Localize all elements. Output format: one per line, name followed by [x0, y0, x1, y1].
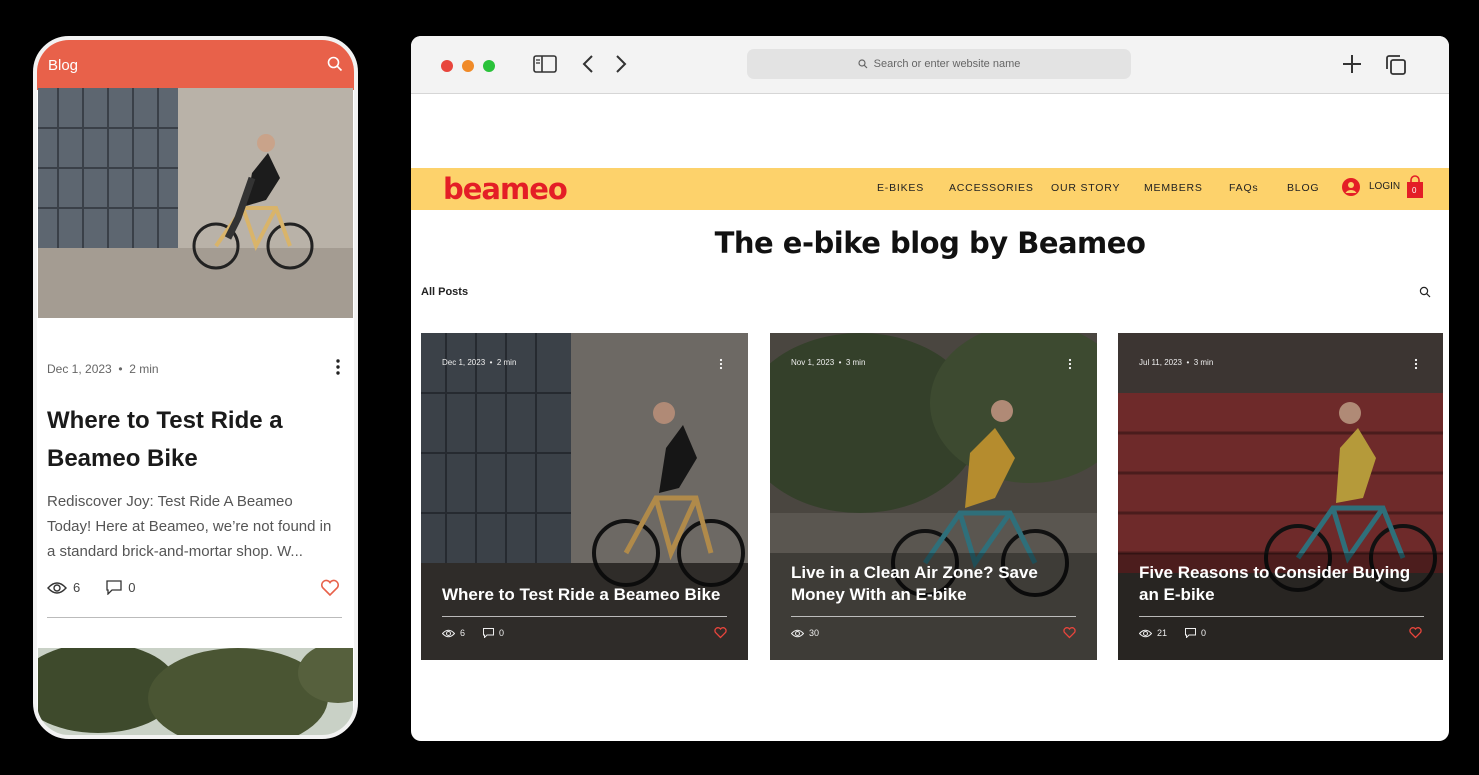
address-placeholder: Search or enter website name — [873, 58, 1021, 70]
nav-item-faqs[interactable]: FAQs — [1229, 182, 1258, 194]
more-options-icon[interactable] — [1067, 358, 1073, 370]
all-posts-filter[interactable]: All Posts — [421, 286, 468, 298]
eye-icon — [791, 629, 804, 637]
post-stats: 6 0 — [442, 628, 504, 638]
comment-icon[interactable] — [483, 628, 495, 638]
comment-count: 0 — [499, 628, 505, 638]
post-divider — [791, 616, 1076, 617]
post-card[interactable]: Nov 1, 2023 • 3 min Live in a Clean Air … — [770, 333, 1097, 660]
view-count: 21 — [1157, 628, 1168, 638]
more-options-icon[interactable] — [334, 358, 342, 376]
minimize-window-button[interactable] — [462, 60, 474, 72]
post-card-image — [421, 333, 748, 660]
nav-item-accessories[interactable]: ACCESSORIES — [949, 182, 1034, 194]
forward-arrow-icon[interactable] — [614, 54, 628, 74]
post-card-image — [1118, 333, 1443, 660]
login-link[interactable]: LOGIN — [1369, 181, 1400, 192]
post-card[interactable]: Jul 11, 2023 • 3 min Five Reasons to Con… — [1118, 333, 1443, 660]
blog-title: The e-bike blog by Beameo — [714, 226, 1146, 260]
post-divider — [442, 616, 727, 617]
tab-overview-icon[interactable] — [1385, 54, 1407, 76]
meta-separator: • — [118, 362, 123, 376]
post-read-time: 2 min — [129, 362, 159, 376]
cart-count: 0 — [1412, 186, 1417, 195]
post-read-time: 2 min — [496, 358, 517, 367]
user-avatar-icon[interactable] — [1342, 178, 1360, 196]
post-title[interactable]: Where to Test Ride a Beameo Bike — [442, 584, 732, 606]
nav-item-members[interactable]: MEMBERS — [1144, 182, 1203, 194]
comment-icon[interactable] — [1185, 628, 1197, 638]
comment-count: 0 — [128, 580, 136, 595]
eye-icon — [1139, 629, 1152, 637]
nav-item-our-story[interactable]: OUR STORY — [1051, 182, 1120, 194]
post-read-time: 3 min — [1193, 358, 1214, 367]
eye-icon — [442, 629, 455, 637]
post-date: Jul 11, 2023 — [1139, 358, 1182, 367]
post-read-time: 3 min — [845, 358, 866, 367]
address-bar[interactable]: Search or enter website name — [747, 49, 1131, 79]
post-title[interactable]: Five Reasons to Consider Buying an E-bik… — [1139, 562, 1429, 606]
maximize-window-button[interactable] — [483, 60, 495, 72]
browser-toolbar: Search or enter website name — [411, 36, 1449, 94]
browser-window: Search or enter website name beameo E-BI… — [411, 36, 1449, 741]
back-arrow-icon[interactable] — [581, 54, 595, 74]
cart-button[interactable]: 0 — [1406, 175, 1424, 199]
post-date: Nov 1, 2023 — [791, 358, 835, 367]
post-card-image — [770, 333, 1097, 660]
comment-count: 0 — [1201, 628, 1207, 638]
heart-icon[interactable] — [1063, 626, 1076, 639]
post-meta: Nov 1, 2023 • 3 min — [791, 358, 866, 367]
eye-icon — [47, 581, 67, 594]
more-options-icon[interactable] — [1413, 358, 1419, 370]
post-meta: Jul 11, 2023 • 3 min — [1139, 358, 1214, 367]
new-tab-icon[interactable] — [1342, 54, 1362, 74]
post-divider — [47, 617, 342, 618]
heart-icon[interactable] — [320, 578, 340, 598]
post-stats: 21 0 — [1139, 628, 1206, 638]
post-divider — [1139, 616, 1424, 617]
post-date: Dec 1, 2023 — [47, 362, 112, 376]
view-count: 6 — [460, 628, 466, 638]
next-post-cover-image[interactable] — [38, 648, 353, 735]
post-stats: 6 0 — [47, 580, 135, 595]
post-title[interactable]: Where to Test Ride a Beameo Bike — [47, 402, 317, 478]
sidebar-icon[interactable] — [533, 54, 557, 74]
mobile-header: Blog — [37, 40, 354, 90]
nav-item-e-bikes[interactable]: E-BIKES — [877, 182, 924, 194]
heart-icon[interactable] — [714, 626, 727, 639]
post-date: Dec 1, 2023 — [442, 358, 486, 367]
close-window-button[interactable] — [441, 60, 453, 72]
post-title[interactable]: Live in a Clean Air Zone? Save Money Wit… — [791, 562, 1081, 606]
post-meta: Dec 1, 2023 • 2 min — [442, 358, 517, 367]
post-meta: Dec 1, 2023 • 2 min — [47, 362, 159, 376]
comment-icon[interactable] — [106, 580, 122, 595]
view-count: 30 — [809, 628, 820, 638]
view-count: 6 — [73, 580, 81, 595]
search-icon[interactable] — [1419, 286, 1431, 298]
mobile-preview: Blog Dec 1, 2023 • 2 min Where to Test R… — [33, 36, 358, 739]
post-excerpt: Rediscover Joy: Test Ride A Beameo Today… — [47, 493, 332, 560]
site-logo[interactable]: beameo — [443, 172, 568, 206]
search-icon[interactable] — [327, 56, 343, 72]
nav-item-blog[interactable]: BLOG — [1287, 182, 1319, 194]
search-icon — [858, 59, 868, 69]
post-card[interactable]: Dec 1, 2023 • 2 min Where to Test Ride a… — [421, 333, 748, 660]
mobile-header-title[interactable]: Blog — [48, 57, 78, 74]
more-options-icon[interactable] — [718, 358, 724, 370]
heart-icon[interactable] — [1409, 626, 1422, 639]
post-stats: 30 — [791, 628, 819, 638]
post-cover-image[interactable] — [38, 88, 353, 318]
site-navbar: beameo E-BIKES ACCESSORIES OUR STORY MEM… — [411, 168, 1449, 210]
